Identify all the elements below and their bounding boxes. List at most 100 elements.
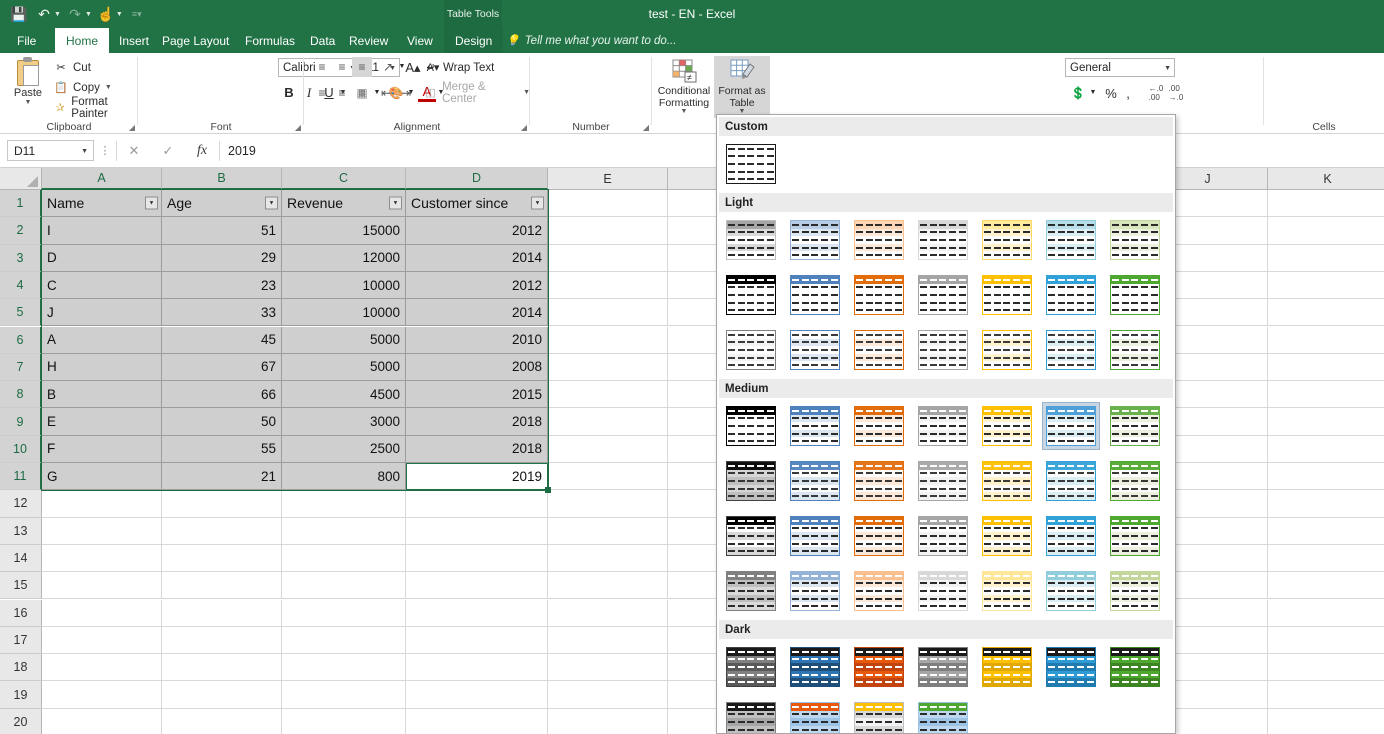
tab-review[interactable]: Review	[338, 28, 399, 53]
cell-E10[interactable]	[548, 436, 668, 463]
cell-A4[interactable]: C	[42, 272, 162, 299]
row-header-3[interactable]: 3	[0, 245, 42, 272]
cell-A13[interactable]	[42, 518, 162, 545]
fill-handle[interactable]	[545, 487, 551, 493]
table-style-thumbnail[interactable]	[1107, 458, 1163, 504]
column-header-K[interactable]: K	[1268, 168, 1384, 190]
cell-B6[interactable]: 45	[162, 327, 282, 354]
row-header-10[interactable]: 10	[0, 436, 42, 463]
cell-E20[interactable]	[548, 709, 668, 734]
cell-K7[interactable]	[1268, 354, 1384, 381]
row-header-2[interactable]: 2	[0, 217, 42, 244]
column-header-E[interactable]: E	[548, 168, 668, 190]
cell-A20[interactable]	[42, 709, 162, 734]
filter-dropdown-icon[interactable]: ▼	[531, 197, 544, 210]
row-header-20[interactable]: 20	[0, 709, 42, 734]
cell-D7[interactable]: 2008	[406, 354, 548, 381]
table-style-thumbnail[interactable]	[915, 458, 971, 504]
table-style-thumbnail[interactable]	[979, 644, 1035, 690]
cell-A11[interactable]: G	[42, 463, 162, 490]
table-style-thumbnail[interactable]	[787, 458, 843, 504]
cell-E18[interactable]	[548, 654, 668, 681]
cell-C14[interactable]	[282, 545, 406, 572]
table-style-thumbnail[interactable]	[787, 699, 843, 734]
merge-center-button[interactable]: ◫ Merge & Center ▼	[424, 83, 530, 102]
cell-C5[interactable]: 10000	[282, 299, 406, 326]
table-style-thumbnail[interactable]	[1107, 568, 1163, 614]
tab-file[interactable]: File	[6, 28, 47, 53]
align-top-button[interactable]: ≡	[312, 57, 332, 77]
cell-E6[interactable]	[548, 327, 668, 354]
cell-E8[interactable]	[548, 381, 668, 408]
cell-C17[interactable]	[282, 627, 406, 654]
cell-E7[interactable]	[548, 354, 668, 381]
cell-B7[interactable]: 67	[162, 354, 282, 381]
table-style-thumbnail[interactable]	[723, 141, 779, 187]
cell-C2[interactable]: 15000	[282, 217, 406, 244]
table-style-thumbnail[interactable]	[723, 458, 779, 504]
table-style-thumbnail[interactable]	[1043, 327, 1099, 373]
undo-icon[interactable]: ↶	[33, 3, 55, 25]
row-header-16[interactable]: 16	[0, 600, 42, 627]
table-style-thumbnail[interactable]	[851, 327, 907, 373]
align-bottom-button[interactable]: ≡	[352, 57, 372, 77]
number-dialog-launcher[interactable]: ◢	[643, 123, 649, 132]
table-style-thumbnail[interactable]	[979, 327, 1035, 373]
save-icon[interactable]: 💾	[8, 3, 30, 25]
cell-D20[interactable]	[406, 709, 548, 734]
cancel-icon[interactable]: ✕	[117, 143, 151, 159]
cell-K10[interactable]	[1268, 436, 1384, 463]
cell-K8[interactable]	[1268, 381, 1384, 408]
row-header-7[interactable]: 7	[0, 354, 42, 381]
cell-C11[interactable]: 800	[282, 463, 406, 490]
row-header-9[interactable]: 9	[0, 408, 42, 435]
cell-A10[interactable]: F	[42, 436, 162, 463]
table-style-thumbnail[interactable]	[851, 568, 907, 614]
cell-C4[interactable]: 10000	[282, 272, 406, 299]
cell-E17[interactable]	[548, 627, 668, 654]
cell-C9[interactable]: 3000	[282, 408, 406, 435]
cell-D3[interactable]: 2014	[406, 245, 548, 272]
cell-B15[interactable]	[162, 572, 282, 599]
cell-D12[interactable]	[406, 490, 548, 517]
cell-K20[interactable]	[1268, 709, 1384, 734]
font-dialog-launcher[interactable]: ◢	[295, 123, 301, 132]
conditional-formatting-dropdown-icon[interactable]: ▼	[681, 109, 688, 115]
cell-C12[interactable]	[282, 490, 406, 517]
cell-D5[interactable]: 2014	[406, 299, 548, 326]
tab-design[interactable]: Design	[444, 28, 503, 53]
cell-E16[interactable]	[548, 600, 668, 627]
cell-D16[interactable]	[406, 600, 548, 627]
table-style-thumbnail[interactable]	[1107, 217, 1163, 263]
cell-E2[interactable]	[548, 217, 668, 244]
cell-A1[interactable]: Name▼	[42, 190, 162, 217]
cell-K11[interactable]	[1268, 463, 1384, 490]
table-style-thumbnail[interactable]	[1043, 217, 1099, 263]
cell-B16[interactable]	[162, 600, 282, 627]
cell-C13[interactable]	[282, 518, 406, 545]
cell-K5[interactable]	[1268, 299, 1384, 326]
cell-B2[interactable]: 51	[162, 217, 282, 244]
tab-formulas[interactable]: Formulas	[234, 28, 306, 53]
cell-C19[interactable]	[282, 681, 406, 708]
cell-B13[interactable]	[162, 518, 282, 545]
row-header-5[interactable]: 5	[0, 299, 42, 326]
cell-E13[interactable]	[548, 518, 668, 545]
cell-B4[interactable]: 23	[162, 272, 282, 299]
table-style-thumbnail[interactable]	[979, 568, 1035, 614]
row-header-13[interactable]: 13	[0, 518, 42, 545]
cell-E19[interactable]	[548, 681, 668, 708]
cell-C1[interactable]: Revenue▼	[282, 190, 406, 217]
row-header-8[interactable]: 8	[0, 381, 42, 408]
align-left-button[interactable]: ≡	[312, 83, 332, 103]
cell-K4[interactable]	[1268, 272, 1384, 299]
table-style-thumbnail[interactable]	[1107, 327, 1163, 373]
row-header-15[interactable]: 15	[0, 572, 42, 599]
cell-C15[interactable]	[282, 572, 406, 599]
tell-me-search[interactable]: 💡 Tell me what you want to do...	[506, 28, 676, 53]
paste-button[interactable]: Paste ▼	[6, 56, 50, 118]
table-style-thumbnail[interactable]	[723, 217, 779, 263]
cell-E3[interactable]	[548, 245, 668, 272]
cell-D4[interactable]: 2012	[406, 272, 548, 299]
cell-E9[interactable]	[548, 408, 668, 435]
